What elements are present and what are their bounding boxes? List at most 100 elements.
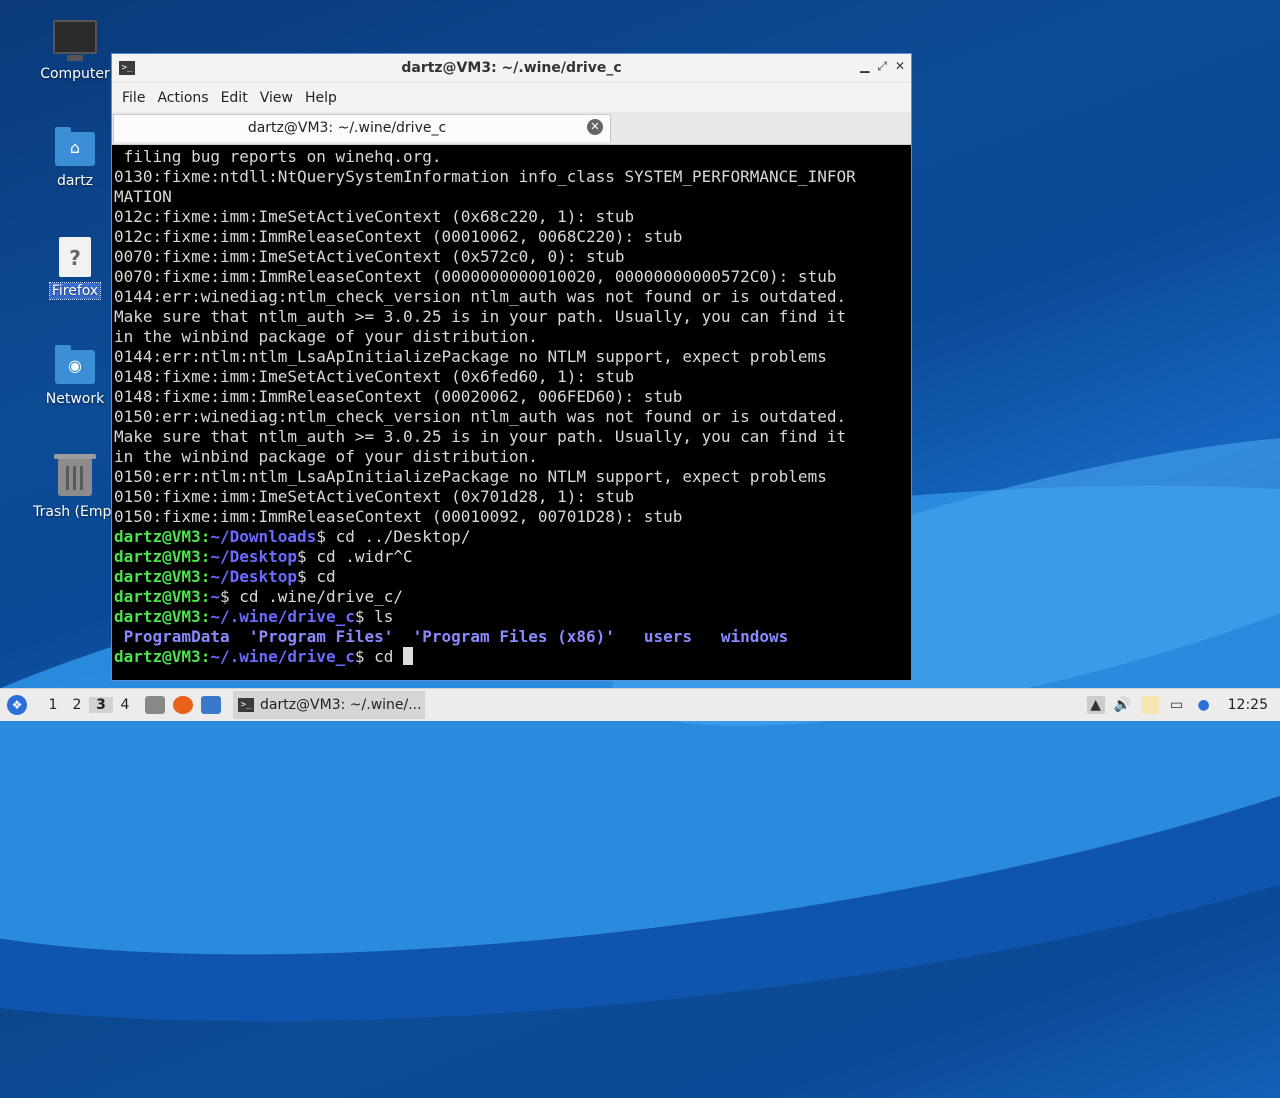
terminal-line: filing bug reports on winehq.org.: [114, 147, 442, 166]
taskbar-task-terminal[interactable]: >_ dartz@VM3: ~/.wine/...: [233, 691, 425, 719]
tab-label: dartz@VM3: ~/.wine/drive_c: [247, 120, 447, 136]
menu-file[interactable]: File: [122, 90, 145, 106]
notification-icon[interactable]: ●: [1195, 696, 1213, 714]
clipboard-icon[interactable]: [1140, 696, 1159, 714]
prompt-line: dartz@VM3:~/.wine/drive_c$ cd: [114, 647, 911, 667]
terminal-line: 0150:err:ntlm:ntlm_LsaApInitializePackag…: [114, 467, 827, 486]
terminal-line: 0130:fixme:ntdll:NtQuerySystemInformatio…: [114, 167, 856, 186]
terminal-line: 0148:fixme:imm:ImmReleaseContext (000200…: [114, 387, 683, 406]
prompt-command: cd .wine/drive_c/: [229, 587, 404, 606]
prompt-line: dartz@VM3:~/Desktop$ cd .widr^C: [114, 547, 911, 567]
prompt-line: dartz@VM3:~$ cd .wine/drive_c/: [114, 587, 911, 607]
terminal-line: 0070:fixme:imm:ImmReleaseContext (000000…: [114, 267, 837, 286]
workspace-3[interactable]: 3: [89, 697, 113, 713]
terminal-line: 0144:err:ntlm:ntlm_LsaApInitializePackag…: [114, 347, 827, 366]
terminal-tab[interactable]: dartz@VM3: ~/.wine/drive_c ✕: [113, 114, 611, 142]
prompt-path: ~/.wine/drive_c: [210, 607, 355, 626]
file-manager-icon[interactable]: [145, 696, 165, 714]
show-desktop-icon[interactable]: [201, 696, 221, 714]
prompt-path: ~/.wine/drive_c: [210, 647, 355, 666]
prompt-user: dartz@VM3: [114, 587, 201, 606]
trash-icon: [54, 454, 96, 496]
prompt-path: ~: [210, 587, 220, 606]
prompt-symbol: $: [316, 527, 326, 546]
ls-entry: ProgramData: [114, 627, 230, 646]
terminal-line: 0150:err:winediag:ntlm_check_version ntl…: [114, 407, 847, 426]
terminal-line: Make sure that ntlm_auth >= 3.0.25 is in…: [114, 307, 847, 326]
prompt-user: dartz@VM3: [114, 567, 201, 586]
unknown-file-icon: ?: [59, 237, 91, 277]
prompt-command: cd ../Desktop/: [325, 527, 471, 546]
prompt-command: cd: [306, 567, 336, 586]
terminal-line: Make sure that ntlm_auth >= 3.0.25 is in…: [114, 427, 847, 446]
prompt-user: dartz@VM3: [114, 647, 201, 666]
desktop-icon-label: Firefox: [48, 282, 102, 300]
terminal-icon: >_: [238, 698, 254, 712]
prompt-line: dartz@VM3:~/Desktop$ cd: [114, 567, 911, 587]
prompt-user: dartz@VM3: [114, 607, 201, 626]
taskbar: ❖ 1 2 3 4 >_ dartz@VM3: ~/.wine/... ▲ 🔊 …: [0, 688, 1280, 721]
workspace-2[interactable]: 2: [65, 697, 89, 713]
prompt-command: cd .widr^C: [306, 547, 413, 566]
menu-bar: File Actions Edit View Help: [112, 82, 911, 112]
start-menu-icon[interactable]: ❖: [7, 695, 27, 715]
prompt-command: cd: [364, 647, 404, 666]
prompt-path: ~/Desktop: [210, 547, 298, 566]
terminal-line: 0070:fixme:imm:ImeSetActiveContext (0x57…: [114, 247, 625, 266]
prompt-line: dartz@VM3:~/.wine/drive_c$ ls: [114, 607, 911, 627]
prompt-line: dartz@VM3:~/Downloads$ cd ../Desktop/: [114, 527, 911, 547]
tray-up-icon[interactable]: ▲: [1086, 696, 1105, 714]
tab-bar: dartz@VM3: ~/.wine/drive_c ✕: [112, 112, 911, 145]
terminal-output[interactable]: filing bug reports on winehq.org. 0130:fi…: [114, 147, 911, 680]
ls-entry: 'Program Files': [229, 627, 394, 646]
prompt-symbol: $: [219, 587, 230, 606]
terminal-line: in the winbind package of your distribut…: [114, 447, 538, 466]
terminal-line: 0148:fixme:imm:ImeSetActiveContext (0x6f…: [114, 367, 635, 386]
maximize-icon[interactable]: ⤢: [877, 59, 887, 74]
prompt-sep: :: [200, 647, 211, 666]
text-cursor: [403, 647, 414, 665]
desktop-icon-label: Network: [45, 391, 105, 407]
system-tray: ▲ 🔊 ▭ ● 12:25: [1086, 689, 1280, 721]
prompt-path: ~/Downloads: [210, 527, 317, 546]
ls-entry: users: [614, 627, 692, 646]
prompt-sep: :: [200, 587, 211, 606]
firefox-icon[interactable]: [173, 696, 193, 714]
menu-help[interactable]: Help: [305, 90, 337, 106]
terminal-line: 012c:fixme:imm:ImmReleaseContext (000100…: [114, 227, 683, 246]
ls-entry: 'Program Files (x86)': [393, 627, 615, 646]
terminal-line: in the winbind package of your distribut…: [114, 327, 538, 346]
prompt-sep: :: [200, 547, 211, 566]
desktop-icon-label: dartz: [56, 173, 94, 189]
terminal-line: 012c:fixme:imm:ImeSetActiveContext (0x68…: [114, 207, 635, 226]
clock: 12:25: [1227, 697, 1268, 713]
prompt-command: ls: [364, 607, 394, 626]
ls-entry: windows: [691, 627, 789, 646]
desktop-icon-label: Trash (Empt: [33, 504, 117, 520]
home-folder-icon: ⌂: [55, 127, 95, 166]
window-title: dartz@VM3: ~/.wine/drive_c: [401, 60, 622, 76]
minimize-icon[interactable]: ▁: [860, 59, 869, 74]
workspace-4[interactable]: 4: [113, 697, 137, 713]
terminal-window[interactable]: >_ dartz@VM3: ~/.wine/drive_c ▁ ⤢ ✕ File…: [111, 53, 912, 681]
network-icon[interactable]: ▭: [1168, 696, 1186, 714]
menu-actions[interactable]: Actions: [157, 90, 208, 106]
tab-close-icon[interactable]: ✕: [587, 119, 603, 135]
prompt-sep: :: [200, 567, 211, 586]
window-titlebar[interactable]: >_ dartz@VM3: ~/.wine/drive_c ▁ ⤢ ✕: [112, 54, 911, 82]
prompt-user: dartz@VM3: [114, 547, 201, 566]
prompt-user: dartz@VM3: [114, 527, 201, 546]
prompt-symbol: $: [297, 567, 307, 586]
menu-view[interactable]: View: [260, 90, 293, 106]
prompt-symbol: $: [297, 547, 307, 566]
menu-edit[interactable]: Edit: [221, 90, 248, 106]
workspace-1[interactable]: 1: [41, 697, 65, 713]
network-folder-icon: ◉: [55, 345, 95, 384]
terminal-line: 0150:fixme:imm:ImeSetActiveContext (0x70…: [114, 487, 635, 506]
terminal-line: MATION: [114, 187, 172, 206]
close-icon[interactable]: ✕: [895, 59, 905, 74]
prompt-sep: :: [200, 527, 211, 546]
prompt-path: ~/Desktop: [210, 567, 298, 586]
terminal-line: 0150:fixme:imm:ImmReleaseContext (000100…: [114, 507, 683, 526]
volume-icon[interactable]: 🔊: [1114, 696, 1132, 714]
